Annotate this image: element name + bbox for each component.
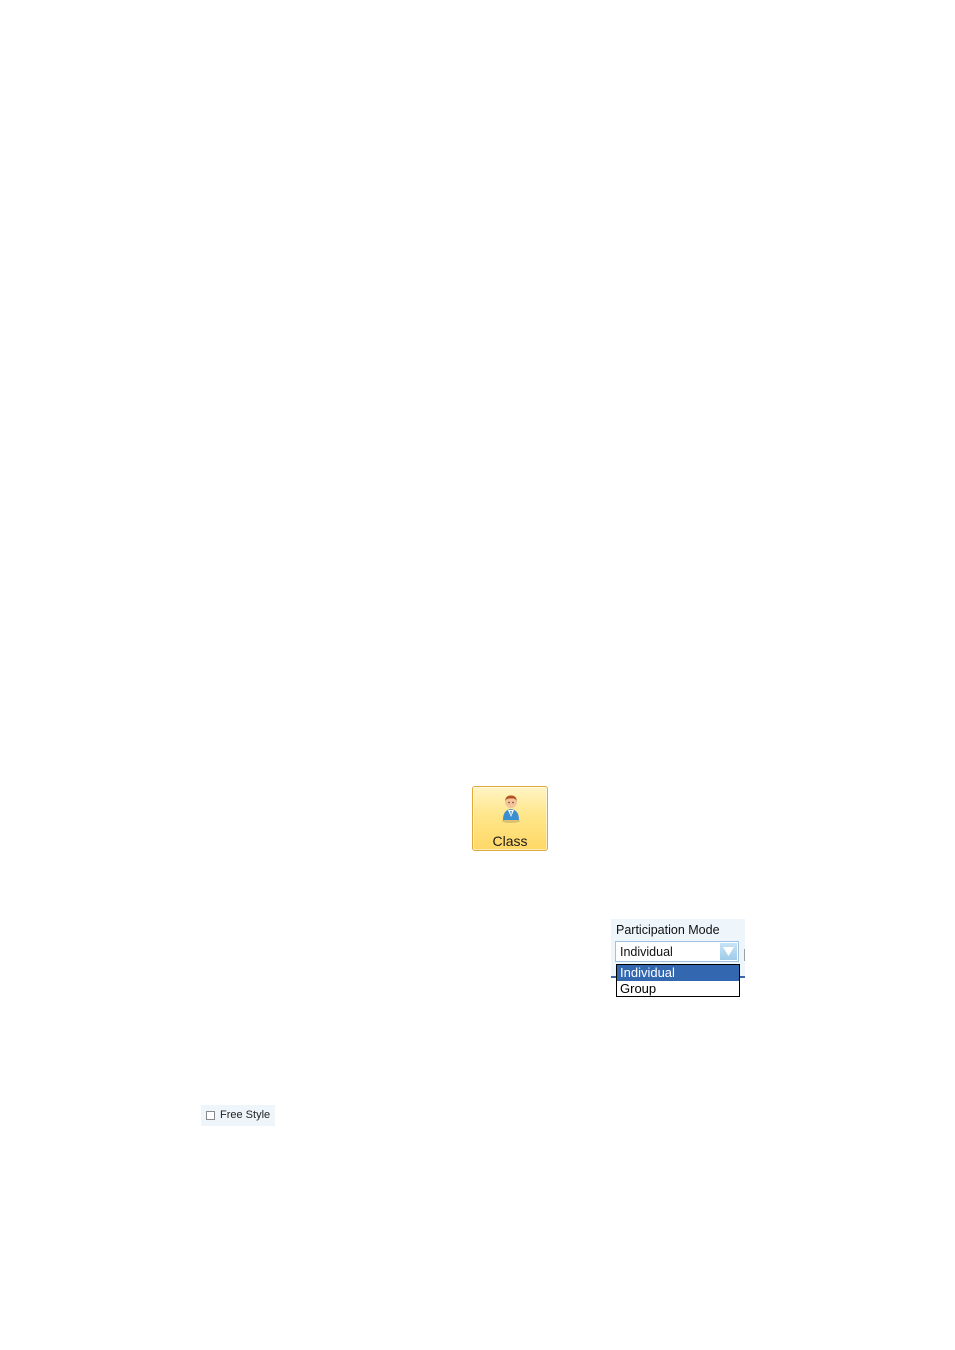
participation-mode-select[interactable]: Individual: [615, 941, 739, 962]
free-style-checkbox[interactable]: [206, 1111, 215, 1120]
class-button[interactable]: Class: [472, 786, 548, 851]
class-button-label: Class: [492, 833, 528, 849]
option-group[interactable]: Group: [617, 981, 739, 997]
free-style-toggle[interactable]: Free Style: [201, 1105, 275, 1126]
participation-mode-label: Participation Mode: [616, 923, 720, 937]
chevron-down-icon: [723, 947, 734, 956]
option-individual[interactable]: Individual: [617, 965, 739, 981]
participation-mode-options: Individual Group: [616, 964, 740, 997]
divider: [744, 949, 745, 961]
dropdown-arrow-button[interactable]: [720, 943, 737, 960]
free-style-label: Free Style: [220, 1109, 271, 1121]
person-icon: [502, 795, 520, 823]
participation-mode-selected-value: Individual: [620, 945, 673, 959]
